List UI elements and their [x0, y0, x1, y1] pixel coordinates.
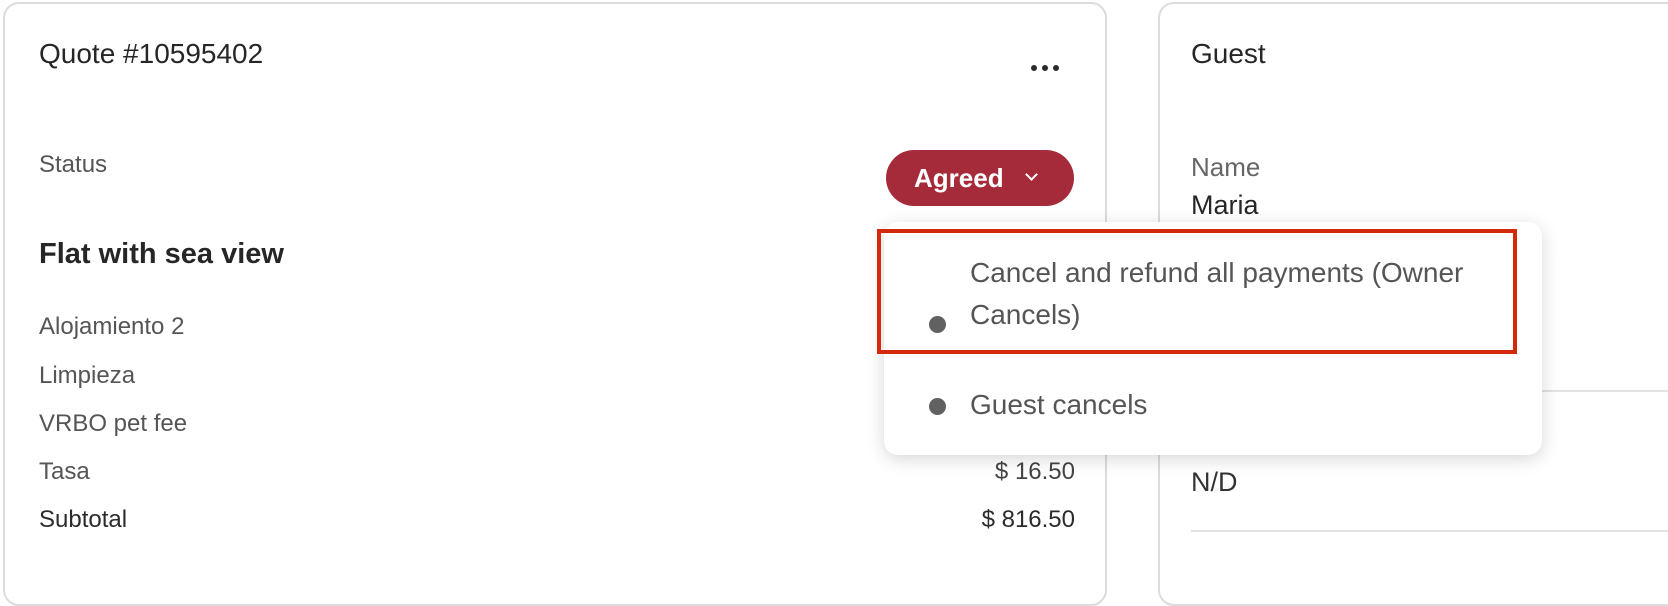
more-horizontal-icon-dot: [1042, 65, 1048, 71]
guest-field-value: N/D: [1191, 467, 1238, 497]
more-horizontal-icon-dot: [1053, 65, 1059, 71]
menu-item-guest-cancels[interactable]: Guest cancels: [884, 384, 1542, 428]
chevron-down-icon: [1025, 168, 1038, 181]
subtotal-label: Subtotal: [39, 506, 128, 533]
bullet-icon: [929, 398, 946, 415]
quote-title: Quote #10595402: [39, 38, 264, 69]
property-title: Flat with sea view: [39, 238, 284, 270]
guest-title: Guest: [1191, 38, 1266, 69]
guest-name-label: Name: [1191, 152, 1261, 182]
status-label: Status: [39, 151, 108, 178]
menu-item-label: Cancel and refund all payments (Owner Ca…: [970, 257, 1464, 330]
line-item-label: VRBO pet fee: [39, 410, 188, 437]
line-item-value: $ 16.50: [994, 458, 1075, 485]
more-options-button[interactable]: [1023, 46, 1067, 86]
bullet-icon: [929, 316, 946, 333]
guest-name-value: Maria: [1191, 190, 1259, 220]
divider: [1191, 530, 1668, 532]
line-item-label: Alojamiento 2: [39, 313, 185, 340]
status-dropdown-menu: Cancel and refund all payments (Owner Ca…: [884, 222, 1542, 455]
menu-item-owner-cancels[interactable]: Cancel and refund all payments (Owner Ca…: [884, 252, 1542, 342]
subtotal-value: $ 816.50: [981, 506, 1075, 533]
menu-item-label: Guest cancels: [970, 389, 1148, 420]
status-dropdown-button[interactable]: Agreed: [886, 150, 1074, 206]
line-item-label: Limpieza: [39, 362, 136, 389]
line-item-label: Tasa: [39, 458, 90, 485]
more-horizontal-icon: [1031, 65, 1037, 71]
status-value: Agreed: [914, 163, 1004, 193]
